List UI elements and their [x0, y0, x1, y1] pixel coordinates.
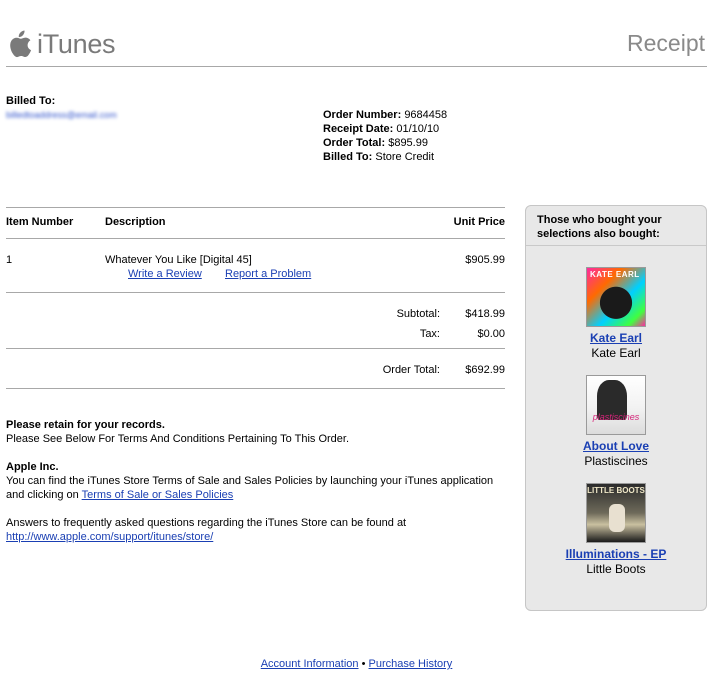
rec-title-link[interactable]: Illuminations - EP [566, 547, 667, 561]
items-rule [6, 292, 505, 293]
table-bottom-rule [6, 388, 505, 389]
recommendation-item: KATE EARL Kate Earl Kate Earl [526, 267, 706, 360]
header-divider [6, 66, 707, 67]
retain-title: Please retain for your records. [6, 419, 165, 431]
rec-title-link[interactable]: About Love [583, 439, 649, 453]
company-name: Apple Inc. [6, 461, 59, 473]
subtotal-label: Subtotal: [396, 308, 440, 320]
order-total-label-bottom: Order Total: [382, 364, 440, 376]
faq-text: Answers to frequently asked questions re… [6, 517, 407, 529]
table-top-rule [6, 207, 505, 208]
recommendation-item: LITTLE BOOTS Illuminations - EP Little B… [526, 483, 706, 576]
purchase-history-link[interactable]: Purchase History [369, 658, 453, 670]
receipt-date-row: Receipt Date: 01/10/10 [323, 122, 447, 136]
rec-artist: Kate Earl [591, 346, 641, 360]
rec-title-link[interactable]: Kate Earl [590, 331, 642, 345]
rec-artist: Little Boots [586, 562, 646, 576]
order-number-row: Order Number: 9684458 [323, 108, 447, 122]
terms-link[interactable]: Terms of Sale or Sales Policies [82, 489, 234, 501]
art-label: KATE EARL [590, 270, 640, 279]
page-title: Receipt [627, 30, 705, 56]
order-total-row: Order Total: $895.99 [323, 136, 447, 150]
write-review-link[interactable]: Write a Review [128, 268, 202, 280]
tax-value: $0.00 [477, 328, 505, 340]
billed-to-label: Billed To: [6, 95, 56, 107]
billed-method-row: Billed To: Store Credit [323, 150, 447, 164]
col-header-description: Description [105, 216, 166, 228]
footer: Account Information • Purchase History [0, 658, 713, 670]
row-description: Whatever You Like [Digital 45] [105, 254, 252, 266]
album-art-about-love[interactable]: plastiscines [586, 375, 646, 435]
album-art-kate-earl[interactable]: KATE EARL [586, 267, 646, 327]
order-total-value-bottom: $692.99 [465, 364, 505, 376]
logo-text: iTunes [37, 28, 116, 59]
order-number-label: Order Number: [323, 109, 402, 121]
art-label: plastiscines [592, 412, 640, 422]
receipt-date: 01/10/10 [396, 123, 440, 135]
billed-method-label: Billed To: [323, 151, 373, 163]
col-header-price: Unit Price [453, 216, 505, 228]
rec-artist: Plastiscines [584, 454, 648, 468]
terms-line1: You can find the iTunes Store Terms of S… [6, 475, 494, 487]
terms-line2: and clicking on [6, 489, 79, 501]
header-rule [6, 238, 505, 239]
order-total: $895.99 [388, 137, 428, 149]
subtotal-value: $418.99 [465, 308, 505, 320]
footer-separator: • [361, 658, 366, 670]
report-problem-link[interactable]: Report a Problem [225, 268, 311, 280]
itunes-logo: iTunes [6, 26, 116, 62]
row-price: $905.99 [465, 254, 505, 266]
apple-icon [10, 30, 32, 58]
order-info: Order Number: 9684458 Receipt Date: 01/1… [323, 108, 447, 164]
totals-rule [6, 348, 505, 349]
billed-email: billedtoaddress@email.com [6, 110, 117, 120]
sidebar-heading: Those who bought your selections also bo… [526, 206, 706, 246]
recommendation-item: plastiscines About Love Plastiscines [526, 375, 706, 468]
account-information-link[interactable]: Account Information [261, 658, 359, 670]
art-label: LITTLE BOOTS [587, 486, 645, 495]
col-header-item: Item Number [6, 216, 74, 228]
receipt-date-label: Receipt Date: [323, 123, 394, 135]
billed-method: Store Credit [375, 151, 435, 163]
tax-label: Tax: [419, 328, 440, 340]
order-number: 9684458 [404, 109, 448, 121]
faq-link[interactable]: http://www.apple.com/support/itunes/stor… [6, 530, 213, 544]
terms-line2-wrap: and clicking on Terms of Sale or Sales P… [6, 488, 233, 502]
order-total-label: Order Total: [323, 137, 386, 149]
row-item-number: 1 [6, 254, 13, 266]
recommendations-sidebar: Those who bought your selections also bo… [525, 205, 707, 611]
retain-text: Please See Below For Terms And Condition… [6, 433, 350, 445]
album-art-illuminations[interactable]: LITTLE BOOTS [586, 483, 646, 543]
